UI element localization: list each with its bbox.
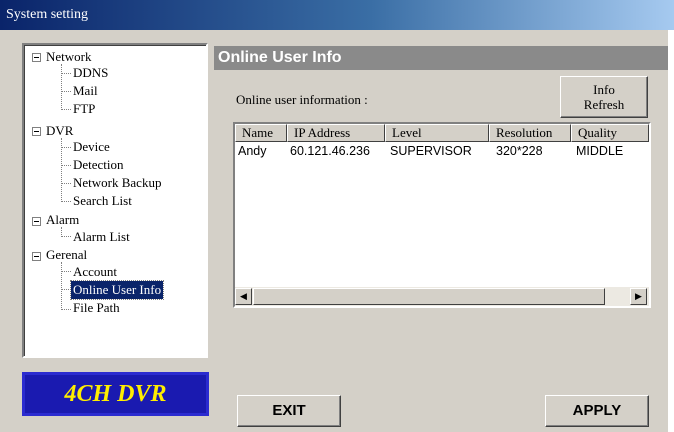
tree-item-file-path[interactable]: File Path (73, 299, 120, 317)
list-header: Name IP Address Level Resolution Quality (235, 124, 649, 142)
tree-item-online-user-info[interactable]: Online User Info (69, 280, 165, 300)
apply-button[interactable]: APPLY (545, 395, 649, 427)
tree-line (61, 109, 71, 110)
exit-button[interactable]: EXIT (237, 395, 341, 427)
tree-line (61, 289, 71, 290)
tree-item-device[interactable]: Device (73, 138, 110, 156)
tree-group-dvr[interactable]: DVR (46, 122, 73, 140)
cell-ip-address: 60.121.46.236 (290, 144, 370, 158)
horizontal-scrollbar[interactable]: ◀ ▶ (235, 287, 649, 306)
tree-line (61, 73, 71, 74)
tree-line (61, 165, 71, 166)
minus-box-icon[interactable] (32, 217, 41, 226)
section-title: Online User Info (214, 46, 668, 70)
tree-line (61, 91, 71, 92)
online-user-label: Online user information : (236, 92, 368, 107)
scroll-left-arrow-icon[interactable]: ◀ (235, 288, 252, 305)
info-refresh-button[interactable]: Info Refresh (560, 76, 648, 118)
minus-box-icon[interactable] (32, 252, 41, 261)
tree-line (61, 64, 62, 110)
tree-item-search-list[interactable]: Search List (73, 192, 132, 210)
tree-item-account[interactable]: Account (73, 263, 117, 281)
system-setting-window: System setting Network DDNS Mail FTP DVR… (0, 0, 674, 432)
table-row[interactable]: Andy 60.121.46.236 SUPERVISOR 320*228 MI… (235, 143, 649, 159)
tree-item-ftp[interactable]: FTP (73, 100, 95, 118)
tree-group-gerenal[interactable]: Gerenal (46, 246, 87, 264)
column-header-name[interactable]: Name (235, 124, 287, 142)
tree-group-alarm[interactable]: Alarm (46, 211, 79, 229)
column-header-ip-address[interactable]: IP Address (287, 124, 385, 142)
tree-item-ddns[interactable]: DDNS (73, 64, 108, 82)
tree-line (61, 183, 71, 184)
info-refresh-label-line2: Refresh (583, 97, 625, 112)
info-refresh-label-line1: Info (593, 82, 615, 97)
minus-box-icon[interactable] (32, 53, 41, 62)
cell-quality: MIDDLE (576, 144, 624, 158)
column-header-quality[interactable]: Quality (571, 124, 649, 142)
column-header-resolution[interactable]: Resolution (489, 124, 571, 142)
tree-item-mail[interactable]: Mail (73, 82, 98, 100)
tree-line (61, 147, 71, 148)
scrollbar-thumb[interactable] (253, 288, 605, 305)
tree-item-alarm-list[interactable]: Alarm List (73, 228, 130, 246)
tree-item-detection[interactable]: Detection (73, 156, 124, 174)
window-edge (668, 30, 674, 432)
tree-line (61, 201, 71, 202)
cell-name: Andy (238, 144, 267, 158)
scroll-right-arrow-icon[interactable]: ▶ (630, 288, 647, 305)
column-header-level[interactable]: Level (385, 124, 489, 142)
tree-line (61, 262, 62, 310)
minus-box-icon[interactable] (32, 127, 41, 136)
cell-resolution: 320*228 (496, 144, 543, 158)
tree-line (61, 309, 71, 310)
tree-line (61, 271, 71, 272)
online-user-list[interactable]: Name IP Address Level Resolution Quality… (233, 122, 651, 308)
settings-tree[interactable]: Network DDNS Mail FTP DVR Device Detecti… (22, 43, 208, 358)
tree-line (61, 236, 71, 237)
tree-item-network-backup[interactable]: Network Backup (73, 174, 161, 192)
window-title: System setting (0, 0, 674, 30)
cell-level: SUPERVISOR (390, 144, 472, 158)
dvr-logo: 4CH DVR (22, 372, 209, 416)
